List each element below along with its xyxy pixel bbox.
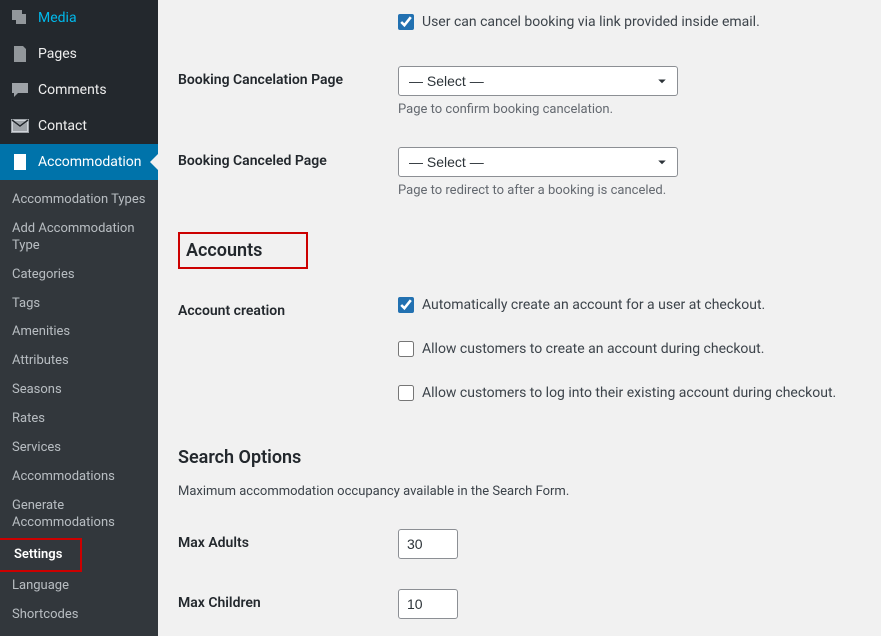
cancel-page-help: Page to confirm booking cancelation. [398,102,861,117]
menu-contact[interactable]: Contact [0,108,158,144]
sub-categories[interactable]: Categories [0,261,158,290]
auto-create-option[interactable]: Automatically create an account for a us… [398,297,861,313]
menu-label: Pages [38,46,77,62]
envelope-icon [10,116,30,136]
sub-seasons[interactable]: Seasons [0,376,158,405]
menu-comments[interactable]: Comments [0,72,158,108]
allow-create-option[interactable]: Allow customers to create an account dur… [398,341,861,357]
menu-label: Accommodation [38,154,142,170]
settings-content: User can cancel booking via link provide… [158,0,881,629]
menu-label: Contact [38,118,87,134]
sub-tags[interactable]: Tags [0,290,158,319]
allow-login-checkbox[interactable] [398,385,414,401]
allow-create-text: Allow customers to create an account dur… [422,341,764,357]
sub-generate[interactable]: Generate Accommodations [0,492,158,538]
media-icon [10,8,30,28]
max-adults-input[interactable] [398,529,458,559]
row-cancel-page: Booking Cancelation Page — Select — Page… [178,66,861,117]
account-creation-label: Account creation [178,297,398,319]
cancel-via-email-option[interactable]: User can cancel booking via link provide… [398,14,861,30]
canceled-page-help: Page to redirect to after a booking is c… [398,183,861,198]
search-options-desc: Maximum accommodation occupancy availabl… [178,484,861,499]
menu-pages[interactable]: Pages [0,36,158,72]
sub-settings[interactable]: Settings [2,541,74,570]
highlight-settings: Settings [0,538,82,573]
max-children-label: Max Children [178,589,398,611]
comments-icon [10,80,30,100]
sub-add-type[interactable]: Add Accommodation Type [0,215,158,261]
canceled-page-label: Booking Canceled Page [178,147,398,169]
accounts-heading: Accounts [178,232,308,269]
row-cancel-via-email: User can cancel booking via link provide… [178,14,861,36]
sub-rates[interactable]: Rates [0,405,158,434]
max-adults-label: Max Adults [178,529,398,551]
max-children-input[interactable] [398,589,458,619]
cancel-via-email-text: User can cancel booking via link provide… [422,14,760,30]
auto-create-text: Automatically create an account for a us… [422,297,765,313]
admin-sidebar: Media Pages Comments Contact Accommodati… [0,0,158,629]
row-max-children: Max Children [178,589,861,619]
search-options-heading: Search Options [178,441,315,474]
auto-create-checkbox[interactable] [398,297,414,313]
row-canceled-page: Booking Canceled Page — Select — Page to… [178,147,861,198]
menu-label: Comments [38,82,107,98]
menu-media[interactable]: Media [0,0,158,36]
allow-create-checkbox[interactable] [398,341,414,357]
menu-label: Media [38,10,77,26]
sub-amenities[interactable]: Amenities [0,318,158,347]
sub-types[interactable]: Accommodation Types [0,186,158,215]
canceled-page-select[interactable]: — Select — [398,147,678,177]
cancel-page-label: Booking Cancelation Page [178,66,398,88]
empty-label [178,14,398,20]
sub-services[interactable]: Services [0,434,158,463]
cancel-page-select[interactable]: — Select — [398,66,678,96]
pages-icon [10,44,30,64]
row-account-creation: Account creation Automatically create an… [178,297,861,407]
sub-shortcodes[interactable]: Shortcodes [0,601,158,630]
building-icon [10,152,30,172]
accommodation-submenu: Accommodation Types Add Accommodation Ty… [0,180,158,636]
sub-attributes[interactable]: Attributes [0,347,158,376]
cancel-via-email-checkbox[interactable] [398,14,414,30]
sub-accommodations[interactable]: Accommodations [0,463,158,492]
row-max-adults: Max Adults [178,529,861,559]
sub-language[interactable]: Language [0,572,158,601]
allow-login-option[interactable]: Allow customers to log into their existi… [398,385,861,401]
menu-accommodation[interactable]: Accommodation [0,144,158,180]
allow-login-text: Allow customers to log into their existi… [422,385,836,401]
